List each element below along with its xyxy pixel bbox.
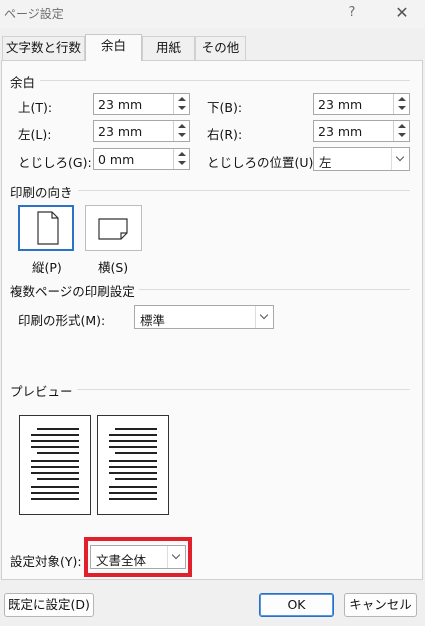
section-divider bbox=[78, 190, 410, 191]
triangle-up-icon bbox=[178, 97, 186, 101]
spin-down-button[interactable] bbox=[174, 131, 189, 141]
preview-text-line bbox=[31, 460, 79, 462]
top-margin-label: 上(T): bbox=[18, 100, 53, 115]
left-margin-spinbox[interactable]: 23 mm bbox=[93, 120, 190, 142]
preview-text-line bbox=[37, 428, 79, 430]
spin-up-button[interactable] bbox=[174, 94, 189, 104]
triangle-down-icon bbox=[398, 133, 406, 137]
gutter-position-label: とじしろの位置(U): bbox=[207, 155, 318, 170]
preview-text-line bbox=[115, 452, 157, 454]
triangle-up-icon bbox=[398, 124, 406, 128]
orientation-section-label: 印刷の向き bbox=[10, 182, 77, 201]
preview-text-line bbox=[109, 498, 157, 500]
gutter-position-select[interactable]: 左 bbox=[313, 147, 410, 171]
preview-text-line bbox=[31, 434, 79, 436]
window-title: ページ設定 bbox=[4, 7, 64, 21]
preview-text-line bbox=[37, 452, 79, 454]
apply-to-label: 設定対象(Y): bbox=[10, 554, 82, 569]
spin-up-button[interactable] bbox=[174, 121, 189, 131]
preview-text-line bbox=[31, 472, 79, 474]
right-margin-value: 23 mm bbox=[318, 124, 363, 139]
multiple-pages-section-label: 複数ページの印刷設定 bbox=[10, 281, 139, 300]
chevron-down-icon bbox=[259, 310, 269, 320]
portrait-page-icon bbox=[37, 211, 59, 245]
preview-text-line bbox=[109, 472, 157, 474]
preview-text-line bbox=[109, 492, 157, 494]
tab-characters-lines[interactable]: 文字数と行数 bbox=[2, 36, 85, 60]
preview-text-line bbox=[109, 486, 157, 488]
preview-page-left bbox=[19, 415, 91, 515]
print-format-label: 印刷の形式(M): bbox=[18, 313, 106, 328]
triangle-up-icon bbox=[398, 97, 406, 101]
tab-other[interactable]: その他 bbox=[195, 36, 246, 60]
tab-paper[interactable]: 用紙 bbox=[142, 36, 195, 60]
preview-text-line bbox=[109, 446, 157, 448]
title-bar: ページ設定 ? ✕ bbox=[0, 0, 425, 28]
triangle-down-icon bbox=[178, 106, 186, 110]
preview-text-line bbox=[31, 466, 79, 468]
print-format-value: 標準 bbox=[140, 313, 166, 328]
preview-text-line bbox=[109, 466, 157, 468]
bottom-margin-value: 23 mm bbox=[318, 97, 363, 112]
section-divider bbox=[40, 80, 410, 81]
portrait-label: 縦(P) bbox=[32, 260, 62, 275]
landscape-label: 横(S) bbox=[98, 260, 129, 275]
spin-down-button[interactable] bbox=[394, 131, 409, 141]
dropdown-arrow[interactable] bbox=[255, 306, 273, 328]
top-margin-spinbox[interactable]: 23 mm bbox=[93, 93, 190, 115]
left-margin-value: 23 mm bbox=[98, 124, 143, 139]
section-divider bbox=[62, 389, 410, 390]
spin-down-button[interactable] bbox=[174, 104, 189, 114]
chevron-down-icon bbox=[395, 152, 405, 162]
preview-text-line bbox=[109, 460, 157, 462]
close-button[interactable]: ✕ bbox=[382, 0, 422, 28]
tab-margins[interactable]: 余白 bbox=[85, 34, 142, 61]
preview-text-line bbox=[109, 440, 157, 442]
top-margin-value: 23 mm bbox=[98, 97, 143, 112]
preview-text-line bbox=[115, 428, 157, 430]
preview-text-line bbox=[31, 446, 79, 448]
margins-section-label: 余白 bbox=[10, 72, 40, 91]
portrait-button[interactable] bbox=[18, 205, 74, 251]
preview-text-line bbox=[109, 434, 157, 436]
cancel-button[interactable]: キャンセル bbox=[344, 593, 417, 617]
gutter-spinbox[interactable]: 0 mm bbox=[93, 148, 190, 170]
ok-button[interactable]: OK bbox=[259, 593, 334, 617]
print-format-select[interactable]: 標準 bbox=[134, 305, 274, 329]
set-default-button[interactable]: 既定に設定(D) bbox=[4, 593, 94, 617]
spin-up-button[interactable] bbox=[394, 94, 409, 104]
triangle-down-icon bbox=[398, 106, 406, 110]
preview-section-label: プレビュー bbox=[10, 381, 77, 400]
triangle-down-icon bbox=[178, 133, 186, 137]
gutter-label: とじしろ(G): bbox=[18, 155, 92, 170]
gutter-value: 0 mm bbox=[98, 152, 135, 167]
landscape-page-icon bbox=[98, 218, 128, 240]
triangle-up-icon bbox=[178, 124, 186, 128]
gutter-position-value: 左 bbox=[319, 155, 332, 170]
preview-page-right bbox=[97, 415, 169, 515]
spin-up-button[interactable] bbox=[174, 149, 189, 159]
section-divider bbox=[128, 289, 410, 290]
preview-text-line bbox=[31, 498, 79, 500]
bottom-margin-spinbox[interactable]: 23 mm bbox=[313, 93, 410, 115]
right-margin-label: 右(R): bbox=[207, 127, 243, 142]
right-margin-spinbox[interactable]: 23 mm bbox=[313, 120, 410, 142]
spin-up-button[interactable] bbox=[394, 121, 409, 131]
spin-down-button[interactable] bbox=[394, 104, 409, 114]
highlight-annotation bbox=[84, 537, 192, 577]
preview-text-line bbox=[31, 492, 79, 494]
bottom-margin-label: 下(B): bbox=[207, 100, 243, 115]
triangle-up-icon bbox=[178, 152, 186, 156]
preview-text-line bbox=[31, 486, 79, 488]
spin-down-button[interactable] bbox=[174, 159, 189, 169]
dropdown-arrow[interactable] bbox=[391, 148, 409, 170]
help-button[interactable]: ? bbox=[338, 0, 366, 28]
triangle-down-icon bbox=[178, 161, 186, 165]
left-margin-label: 左(L): bbox=[18, 127, 52, 142]
preview-text-line bbox=[37, 478, 79, 480]
landscape-button[interactable] bbox=[85, 205, 142, 251]
preview-text-line bbox=[115, 478, 157, 480]
preview-text-line bbox=[31, 440, 79, 442]
